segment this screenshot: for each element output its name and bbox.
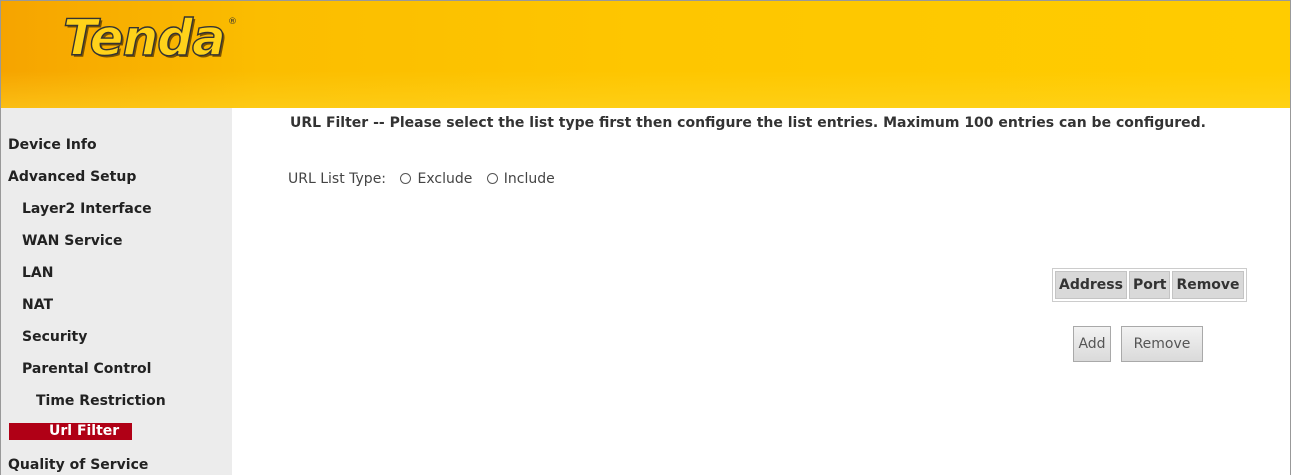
sidebar-item-advanced-setup[interactable]: Advanced Setup [8,169,136,185]
tenda-logo: Tenda [62,8,226,67]
sidebar-item-url-filter[interactable]: Url Filter [9,423,132,440]
sidebar-item-wan-service[interactable]: WAN Service [22,233,122,249]
exclude-radio[interactable] [400,173,412,184]
remove-button[interactable]: Remove [1121,326,1203,362]
sidebar-item-time-restriction[interactable]: Time Restriction [36,393,166,409]
main-content: URL Filter -- Please select the list typ… [232,108,1290,475]
port-column-header: Port [1128,271,1171,299]
include-radio[interactable] [486,173,498,184]
sidebar-item-layer2-interface[interactable]: Layer2 Interface [22,201,152,217]
sidebar-item-device-info[interactable]: Device Info [8,137,97,153]
include-label: Include [503,171,555,187]
sidebar-item-lan[interactable]: LAN [22,265,53,281]
sidebar-item-security[interactable]: Security [22,329,87,345]
add-button[interactable]: Add [1073,326,1111,362]
url-list-type-row: URL List Type: Exclude Include [288,171,559,187]
sidebar-item-parental-control[interactable]: Parental Control [22,361,151,377]
sidebar-nav: Device Info Advanced Setup Layer2 Interf… [1,108,232,475]
exclude-label: Exclude [417,171,473,187]
sidebar-item-nat[interactable]: NAT [22,297,53,313]
url-list-table: Address Port Remove [1052,268,1247,302]
remove-column-header: Remove [1172,271,1244,299]
header-shade [1,71,1290,108]
registered-mark: ® [228,17,237,27]
sidebar-item-quality-of-service[interactable]: Quality of Service [8,457,148,473]
table-header-row: Address Port Remove [1055,271,1244,299]
address-column-header: Address [1055,271,1127,299]
url-list-type-label: URL List Type: [288,171,387,187]
header-banner: Tenda ® [1,1,1290,108]
page-title: URL Filter -- Please select the list typ… [290,115,1206,131]
